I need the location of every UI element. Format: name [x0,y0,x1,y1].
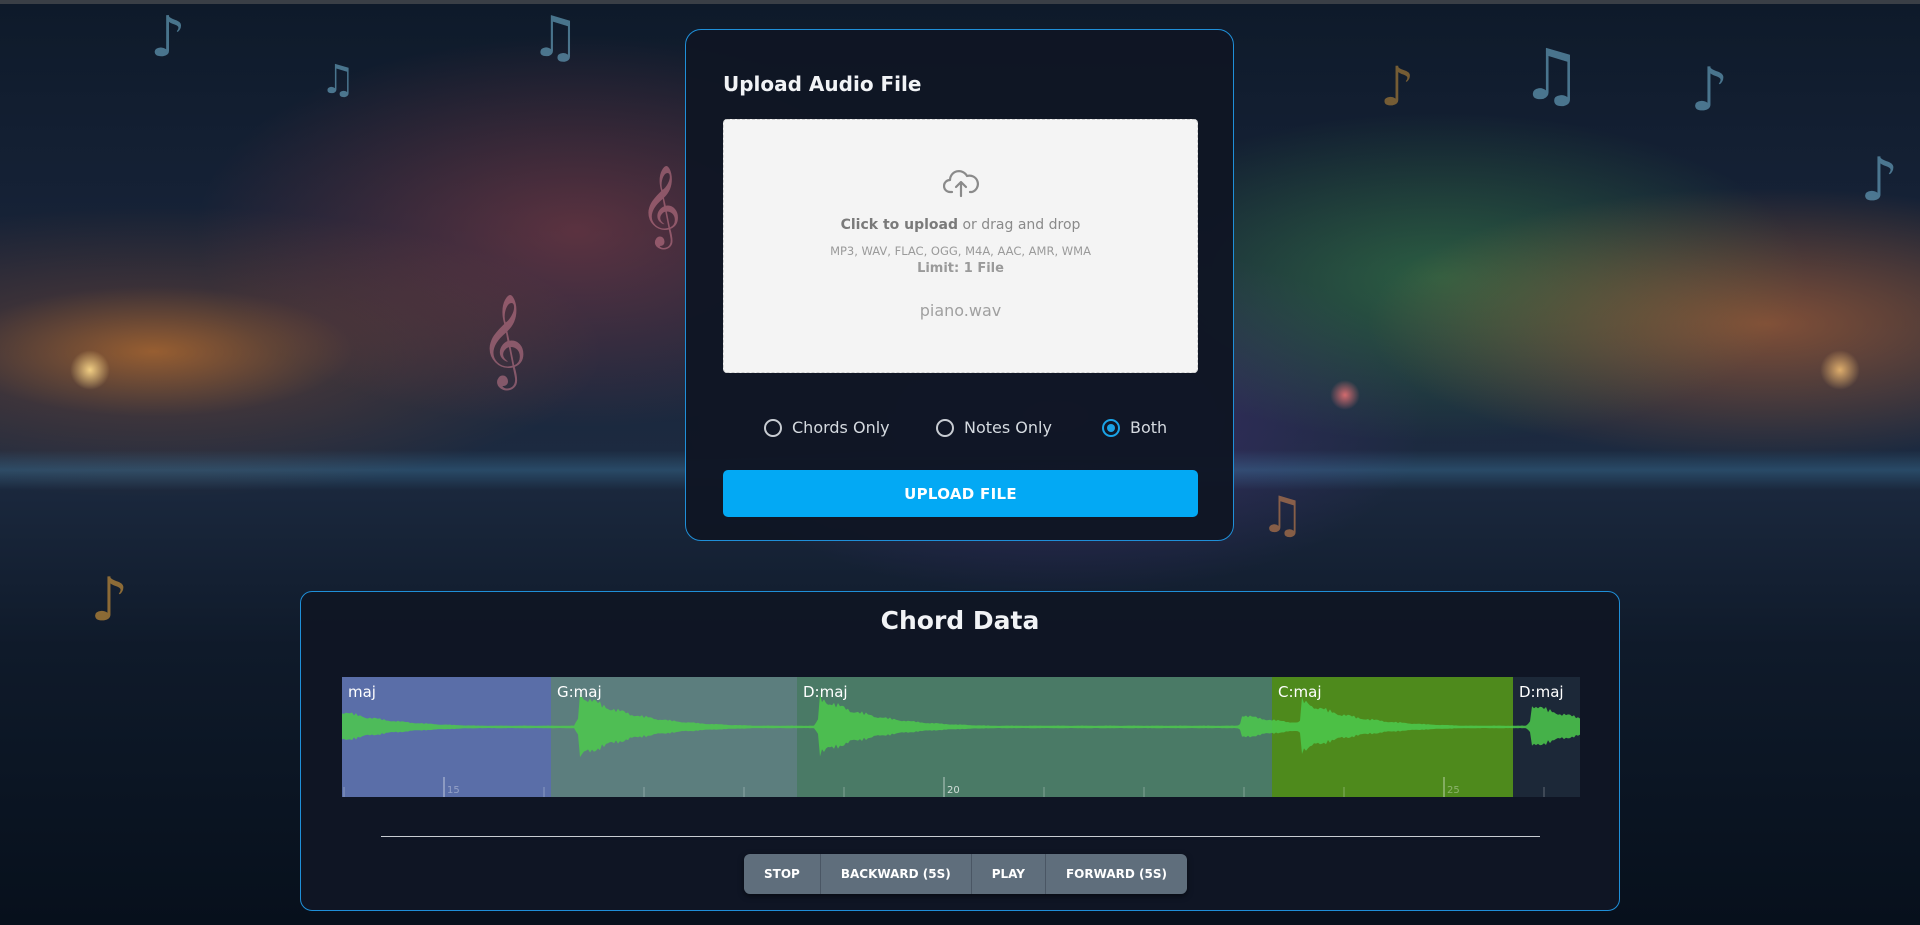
upload-card: Upload Audio File Click to upload or dra… [685,29,1234,541]
light-orb [1820,350,1860,390]
forward-button[interactable]: FORWARD (5S) [1045,854,1187,894]
selected-file-name: piano.wav [919,301,1002,320]
music-note-icon: 𝄞 [640,164,682,246]
stop-button[interactable]: STOP [744,854,821,894]
music-note-icon: ♪ [1860,145,1899,215]
click-to-upload-link[interactable]: Click to upload [841,217,958,233]
timeline-tick-label: 15 [447,785,460,796]
supported-formats: MP3, WAV, FLAC, OGG, M4A, AAC, AMR, WMA [830,244,1091,258]
timeline-tick-label: 20 [947,785,960,796]
backward-button[interactable]: BACKWARD (5S) [820,854,972,894]
upload-file-button[interactable]: UPLOAD FILE [723,470,1198,517]
radio-label: Both [1130,418,1168,437]
radio-both[interactable]: Both [1102,418,1167,437]
cloud-upload-icon [943,170,979,198]
music-note-icon: ♪ [90,565,129,635]
playback-controls: STOP BACKWARD (5S) PLAY FORWARD (5S) [744,854,1187,894]
upload-title: Upload Audio File [723,72,922,96]
playback-progress-line[interactable] [381,836,1540,837]
chord-label: D:maj [803,683,848,701]
light-orb [1330,380,1360,410]
radio-circle[interactable] [936,418,954,437]
chord-label: C:maj [1278,683,1322,701]
file-limit: Limit: 1 File [917,261,1004,276]
music-note-icon: ♫ [1260,486,1305,544]
drag-drop-text: or drag and drop [962,217,1081,233]
analysis-mode-options: Chords Only Notes Only Both [686,418,1235,448]
chord-data-card: Chord Data 15 20 25 maj G:maj D:maj C:maj D:ma… [300,591,1620,911]
music-note-icon: ♫ [320,57,356,103]
chord-data-title: Chord Data [880,606,1040,635]
radio-circle[interactable] [764,418,782,437]
light-orb [70,350,110,390]
music-note-icon: ♫ [1520,34,1583,116]
waveform-chart[interactable]: 15 20 25 maj G:maj D:maj C:maj D:maj [342,677,1580,797]
radio-label: Notes Only [964,418,1052,437]
music-note-icon: ♫ [530,5,581,70]
dropzone-instructions: Click to upload or drag and drop [724,217,1197,233]
music-note-icon: 𝄞 [480,293,528,386]
chord-label: D:maj [1519,683,1564,701]
chord-label: G:maj [557,683,602,701]
file-dropzone[interactable]: Click to upload or drag and drop MP3, WA… [723,119,1198,373]
radio-chords-only[interactable]: Chords Only [764,418,890,437]
play-button[interactable]: PLAY [971,854,1046,894]
chord-label: maj [348,683,376,701]
music-note-icon: ♪ [1380,55,1415,118]
radio-label: Chords Only [792,418,890,437]
timeline-tick-label: 25 [1447,785,1460,796]
waveform-viewer[interactable]: 15 20 25 maj G:maj D:maj C:maj D:maj [342,677,1580,797]
music-note-icon: ♪ [1690,55,1729,125]
radio-notes-only[interactable]: Notes Only [936,418,1052,437]
radio-circle[interactable] [1102,418,1120,437]
music-note-icon: ♪ [150,5,186,70]
top-bar [0,0,1920,4]
